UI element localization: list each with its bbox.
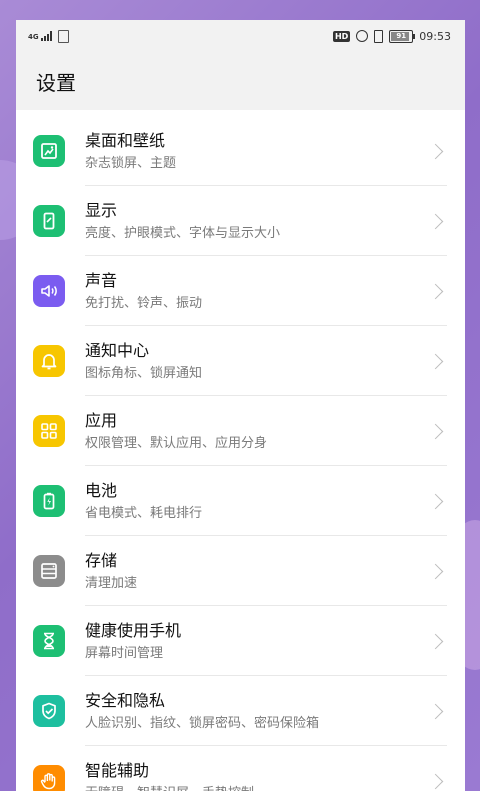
bell-icon	[33, 345, 65, 377]
settings-item[interactable]: 应用权限管理、默认应用、应用分身	[16, 396, 465, 466]
settings-item[interactable]: 健康使用手机屏幕时间管理	[16, 606, 465, 676]
settings-item[interactable]: 电池省电模式、耗电排行	[16, 466, 465, 536]
vibrate-icon	[374, 29, 384, 43]
settings-item-subtitle: 无障碍、智慧识屏、手势控制	[85, 784, 430, 791]
signal-icon	[40, 31, 52, 41]
chevron-right-icon	[427, 703, 444, 719]
chevron-right-icon	[427, 143, 444, 159]
settings-item[interactable]: 智能辅助无障碍、智慧识屏、手势控制	[16, 746, 465, 791]
settings-item-text: 桌面和壁纸杂志锁屏、主题	[85, 130, 430, 173]
apps-icon	[33, 415, 65, 447]
chevron-right-icon	[427, 633, 444, 649]
settings-item-title: 应用	[85, 410, 118, 430]
settings-item-text: 应用权限管理、默认应用、应用分身	[85, 410, 430, 453]
wallpaper-icon	[33, 135, 65, 167]
settings-item-title: 健康使用手机	[85, 620, 182, 640]
settings-item-subtitle: 屏幕时间管理	[85, 645, 164, 661]
settings-item-text: 存储 清理加速	[85, 550, 430, 593]
network-type: 4G	[28, 33, 39, 41]
settings-item-subtitle: 杂志锁屏、主题	[85, 155, 177, 171]
settings-item-subtitle: 权限管理、默认应用、应用分身	[85, 435, 268, 451]
settings-item-title: 通知中心	[85, 340, 150, 360]
settings-item[interactable]: 声音免打扰、铃声、振动	[16, 256, 465, 326]
alarm-icon	[356, 30, 369, 42]
settings-item-title: 智能辅助	[85, 760, 150, 780]
chevron-right-icon	[427, 283, 444, 299]
sound-icon	[33, 275, 65, 307]
chevron-right-icon	[427, 353, 444, 369]
phone-screen: 4G HD 91 09:53 设置 桌面和壁纸杂志锁屏、主题显示亮度、护眼模式、…	[16, 20, 465, 791]
settings-item-title: 存储	[85, 550, 118, 570]
settings-item-subtitle: 图标角标、锁屏通知	[85, 365, 203, 381]
chevron-right-icon	[427, 773, 444, 789]
settings-item[interactable]: 通知中心图标角标、锁屏通知	[16, 326, 465, 396]
network-indicator: 4G	[28, 31, 52, 41]
settings-item-subtitle: 人脸识别、指纹、锁屏密码、密码保险箱	[85, 715, 320, 731]
settings-item[interactable]: 桌面和壁纸杂志锁屏、主题	[16, 116, 465, 186]
settings-item-title: 桌面和壁纸	[85, 130, 166, 150]
settings-item-title: 电池	[85, 480, 118, 500]
clock: 09:53	[419, 29, 451, 43]
storage-icon	[33, 555, 65, 587]
settings-item-text: 安全和隐私人脸识别、指纹、锁屏密码、密码保险箱	[85, 690, 430, 733]
chevron-right-icon	[427, 563, 444, 579]
settings-item-text: 健康使用手机屏幕时间管理	[85, 620, 430, 663]
settings-item[interactable]: 安全和隐私人脸识别、指纹、锁屏密码、密码保险箱	[16, 676, 465, 746]
settings-item-title: 安全和隐私	[85, 690, 166, 710]
sim-icon	[57, 29, 69, 43]
settings-item[interactable]: 存储 清理加速	[16, 536, 465, 606]
settings-item-text: 智能辅助无障碍、智慧识屏、手势控制	[85, 760, 430, 791]
settings-item-title: 显示	[85, 200, 118, 220]
settings-item-text: 显示亮度、护眼模式、字体与显示大小	[85, 200, 430, 243]
settings-list: 桌面和壁纸杂志锁屏、主题显示亮度、护眼模式、字体与显示大小声音免打扰、铃声、振动…	[16, 110, 465, 791]
battery-percent: 91	[396, 32, 407, 40]
chevron-right-icon	[427, 423, 444, 439]
hd-icon: HD	[332, 30, 351, 42]
settings-item-text: 通知中心图标角标、锁屏通知	[85, 340, 430, 383]
display-icon	[33, 205, 65, 237]
status-bar: 4G HD 91 09:53	[16, 20, 465, 52]
settings-item-subtitle: 免打扰、铃声、振动	[85, 295, 203, 311]
settings-item[interactable]: 显示亮度、护眼模式、字体与显示大小	[16, 186, 465, 256]
hand-icon	[33, 765, 65, 791]
battery-status-icon: 91	[389, 29, 416, 43]
settings-item-text: 电池省电模式、耗电排行	[85, 480, 430, 523]
chevron-right-icon	[427, 213, 444, 229]
settings-item-text: 声音免打扰、铃声、振动	[85, 270, 430, 313]
page-title: 设置	[16, 52, 465, 110]
settings-item-title: 声音	[85, 270, 118, 290]
hourglass-icon	[33, 625, 65, 657]
settings-item-subtitle: 省电模式、耗电排行	[85, 505, 203, 521]
settings-item-subtitle: 清理加速	[85, 575, 138, 591]
battery-icon	[33, 485, 65, 517]
settings-item-subtitle: 亮度、护眼模式、字体与显示大小	[85, 225, 281, 241]
shield-icon	[33, 695, 65, 727]
chevron-right-icon	[427, 493, 444, 509]
